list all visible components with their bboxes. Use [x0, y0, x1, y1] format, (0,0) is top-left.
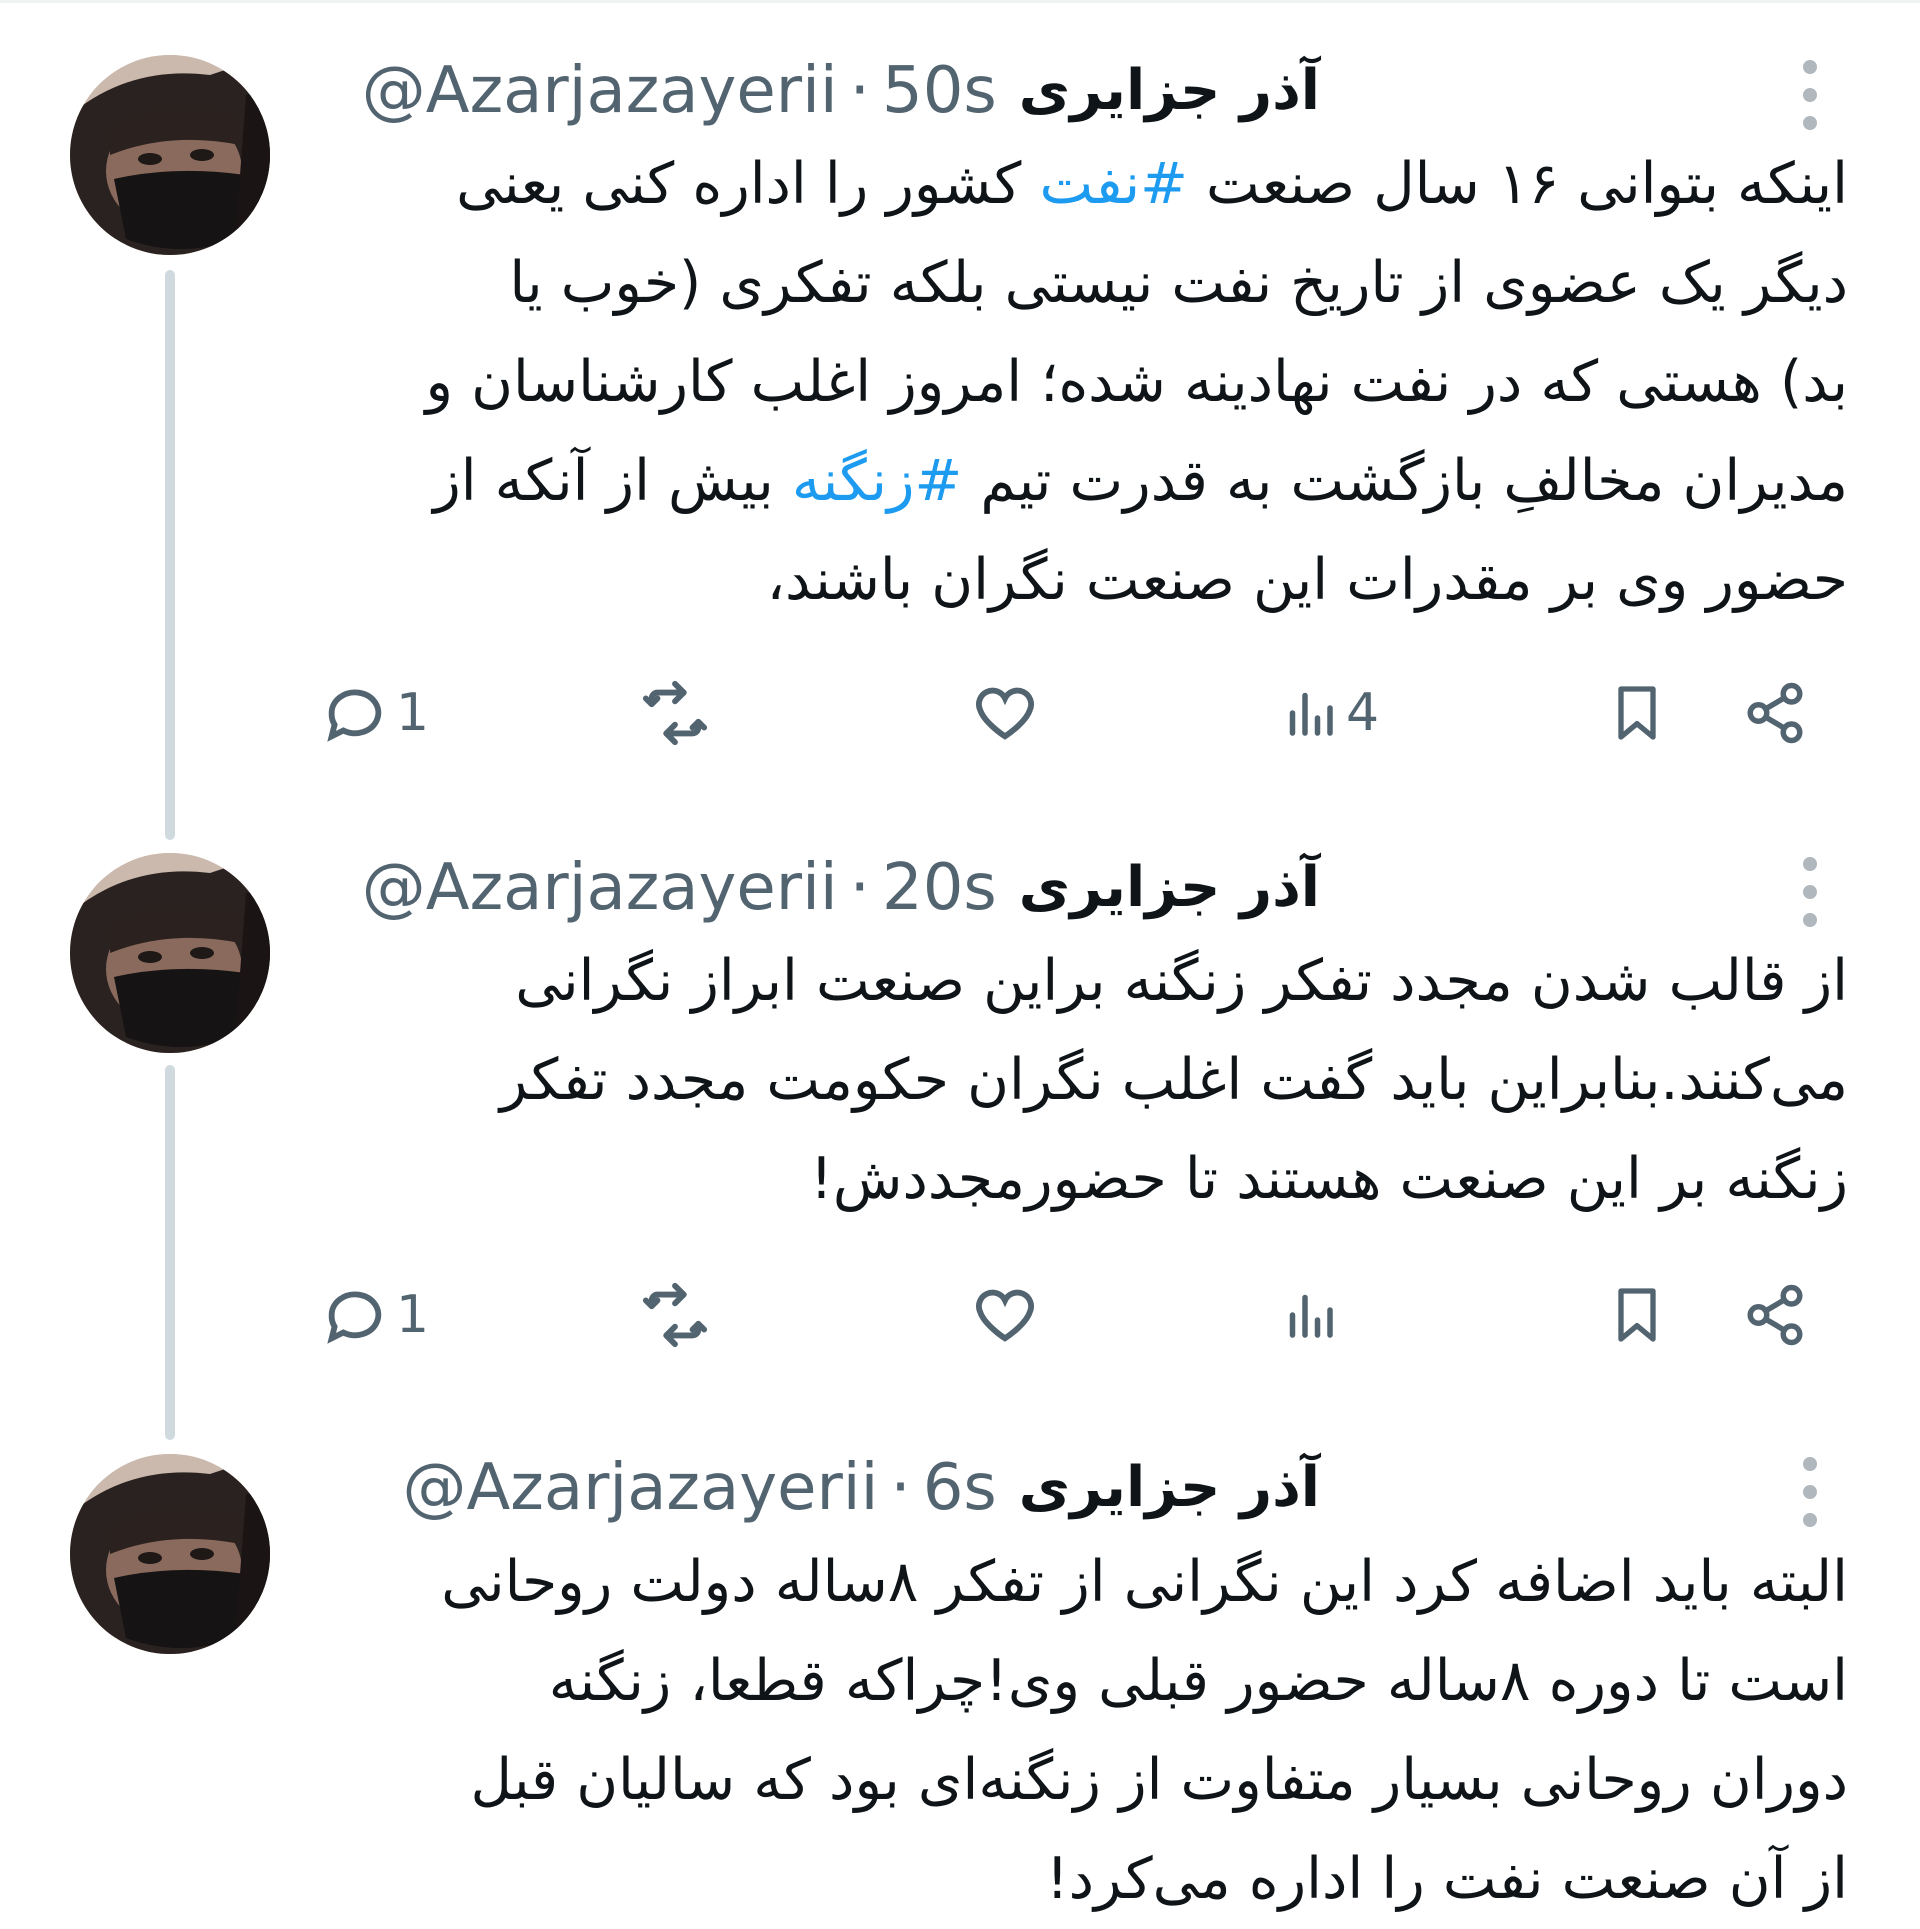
text-segment: بد) هستی که در نفت نهادینه شده؛ امروز اغ… [425, 349, 1849, 415]
text-segment: می‌کنند.بنابراین باید گفت اغلب نگران حکو… [499, 1047, 1848, 1113]
more-vertical-icon[interactable] [1790, 1437, 1830, 1547]
reply-icon [320, 678, 390, 748]
tweet-text-line: مدیران مخالفِ بازگشت به قدرت تیم #زنگنه … [310, 432, 1848, 531]
bookmark-button[interactable] [1605, 1275, 1669, 1355]
bookmark-icon [1605, 1279, 1669, 1351]
tweet-text-line: حضور وی بر مقدرات این صنعت نگران باشند، [310, 531, 1848, 630]
separator: · [890, 1451, 911, 1525]
separator: · [849, 54, 870, 128]
author-handle[interactable]: @Azarjazayerii [403, 1451, 879, 1525]
views-button[interactable] [1280, 1275, 1346, 1355]
author-name[interactable]: آذر جزایری [1019, 63, 1320, 119]
text-segment: بیش از آنکه از [433, 448, 792, 514]
reply-icon [320, 1280, 390, 1350]
text-segment: مدیران مخالفِ بازگشت به قدرت تیم [962, 448, 1848, 514]
tweet-time[interactable]: 50s [882, 54, 997, 128]
heart-icon [970, 1280, 1040, 1350]
share-icon [1742, 1282, 1808, 1348]
like-button[interactable] [970, 673, 1046, 753]
handle-time: @Azarjazayerii · 50s [362, 59, 997, 123]
more-vertical-icon[interactable] [1790, 837, 1830, 947]
action-bar: 1 [0, 1275, 1920, 1355]
reply-count: 1 [396, 683, 430, 743]
retweet-icon [640, 678, 710, 748]
heart-icon [970, 678, 1040, 748]
text-segment: اینکه بتوانی ۱۶ سال صنعت [1187, 151, 1848, 217]
retweet-icon [640, 1280, 710, 1350]
tweet-text-line: اینکه بتوانی ۱۶ سال صنعت #نفت کشور را اد… [310, 135, 1848, 234]
text-segment: دیگر یک عضوی از تاریخ نفت نیستی بلکه تفک… [509, 250, 1848, 316]
thread-connector [165, 270, 175, 840]
text-segment: کشور را اداره کنی یعنی [456, 151, 1040, 217]
views-count: 4 [1346, 683, 1380, 743]
tweet-text-line: از آن صنعت نفت را اداره می‌کرد! [310, 1830, 1848, 1929]
like-button[interactable] [970, 1275, 1046, 1355]
bookmark-button[interactable] [1605, 673, 1669, 753]
bookmark-icon [1605, 677, 1669, 749]
views-icon [1280, 678, 1340, 748]
action-bar: 14 [0, 673, 1920, 753]
tweet-header: آذر جزایری @Azarjazayerii · 50s [20, 36, 1320, 146]
author-name[interactable]: آذر جزایری [1019, 1460, 1320, 1516]
share-button[interactable] [1742, 1275, 1808, 1355]
text-segment: دوران روحانی بسیار متفاوت از زنگنه‌ای بو… [470, 1747, 1848, 1813]
more-vertical-icon[interactable] [1790, 40, 1830, 150]
tweet-time[interactable]: 20s [882, 851, 997, 925]
separator: · [849, 851, 870, 925]
share-button[interactable] [1742, 673, 1808, 753]
top-divider [0, 0, 1920, 3]
tweet-text-line: از قالب شدن مجدد تفکر زنگنه براین صنعت ا… [310, 932, 1848, 1031]
text-segment: البته باید اضافه کرد این نگرانی از تفکر … [441, 1549, 1848, 1615]
retweet-button[interactable] [640, 673, 716, 753]
tweet-text-line: بد) هستی که در نفت نهادینه شده؛ امروز اغ… [310, 333, 1849, 432]
text-segment: زنگنه بر این صنعت هستند تا حضورمجددش! [810, 1146, 1848, 1212]
hashtag-link[interactable]: #نفت [1039, 151, 1187, 217]
tweet-time[interactable]: 6s [923, 1451, 997, 1525]
tweet-text: البته باید اضافه کرد این نگرانی از تفکر … [310, 1533, 1848, 1929]
reply-button[interactable]: 1 [320, 1275, 429, 1355]
tweet-text-line: است تا دوره ۸ساله حضور قبلی وی!چراکه قطع… [310, 1632, 1848, 1731]
reply-button[interactable]: 1 [320, 673, 429, 753]
author-name[interactable]: آذر جزایری [1019, 860, 1320, 916]
tweet-text-line: زنگنه بر این صنعت هستند تا حضورمجددش! [310, 1130, 1848, 1229]
tweet-header: آذر جزایری @Azarjazayerii · 6s [20, 1433, 1321, 1543]
tweet-text: اینکه بتوانی ۱۶ سال صنعت #نفت کشور را اد… [310, 135, 1849, 630]
author-handle[interactable]: @Azarjazayerii [362, 54, 838, 128]
text-segment: از آن صنعت نفت را اداره می‌کرد! [1045, 1846, 1848, 1912]
tweet-text: از قالب شدن مجدد تفکر زنگنه براین صنعت ا… [310, 932, 1848, 1229]
views-icon [1280, 1280, 1340, 1350]
tweet-text-line: دیگر یک عضوی از تاریخ نفت نیستی بلکه تفک… [310, 234, 1848, 333]
tweet-text-line: البته باید اضافه کرد این نگرانی از تفکر … [310, 1533, 1848, 1632]
text-segment: از قالب شدن مجدد تفکر زنگنه براین صنعت ا… [515, 948, 1848, 1014]
author-handle[interactable]: @Azarjazayerii [362, 851, 838, 925]
handle-time: @Azarjazayerii · 6s [403, 1456, 997, 1520]
tweet-text-line: می‌کنند.بنابراین باید گفت اغلب نگران حکو… [310, 1031, 1848, 1130]
share-icon [1742, 680, 1808, 746]
handle-time: @Azarjazayerii · 20s [362, 856, 997, 920]
tweet-header: آذر جزایری @Azarjazayerii · 20s [20, 833, 1320, 943]
views-button[interactable]: 4 [1280, 673, 1379, 753]
retweet-button[interactable] [640, 1275, 716, 1355]
tweet-text-line: دوران روحانی بسیار متفاوت از زنگنه‌ای بو… [310, 1731, 1848, 1830]
text-segment: است تا دوره ۸ساله حضور قبلی وی!چراکه قطع… [548, 1648, 1848, 1714]
thread-connector [165, 1065, 175, 1440]
reply-count: 1 [396, 1285, 430, 1345]
text-segment: حضور وی بر مقدرات این صنعت نگران باشند، [766, 547, 1848, 613]
hashtag-link[interactable]: #زنگنه [792, 448, 962, 514]
